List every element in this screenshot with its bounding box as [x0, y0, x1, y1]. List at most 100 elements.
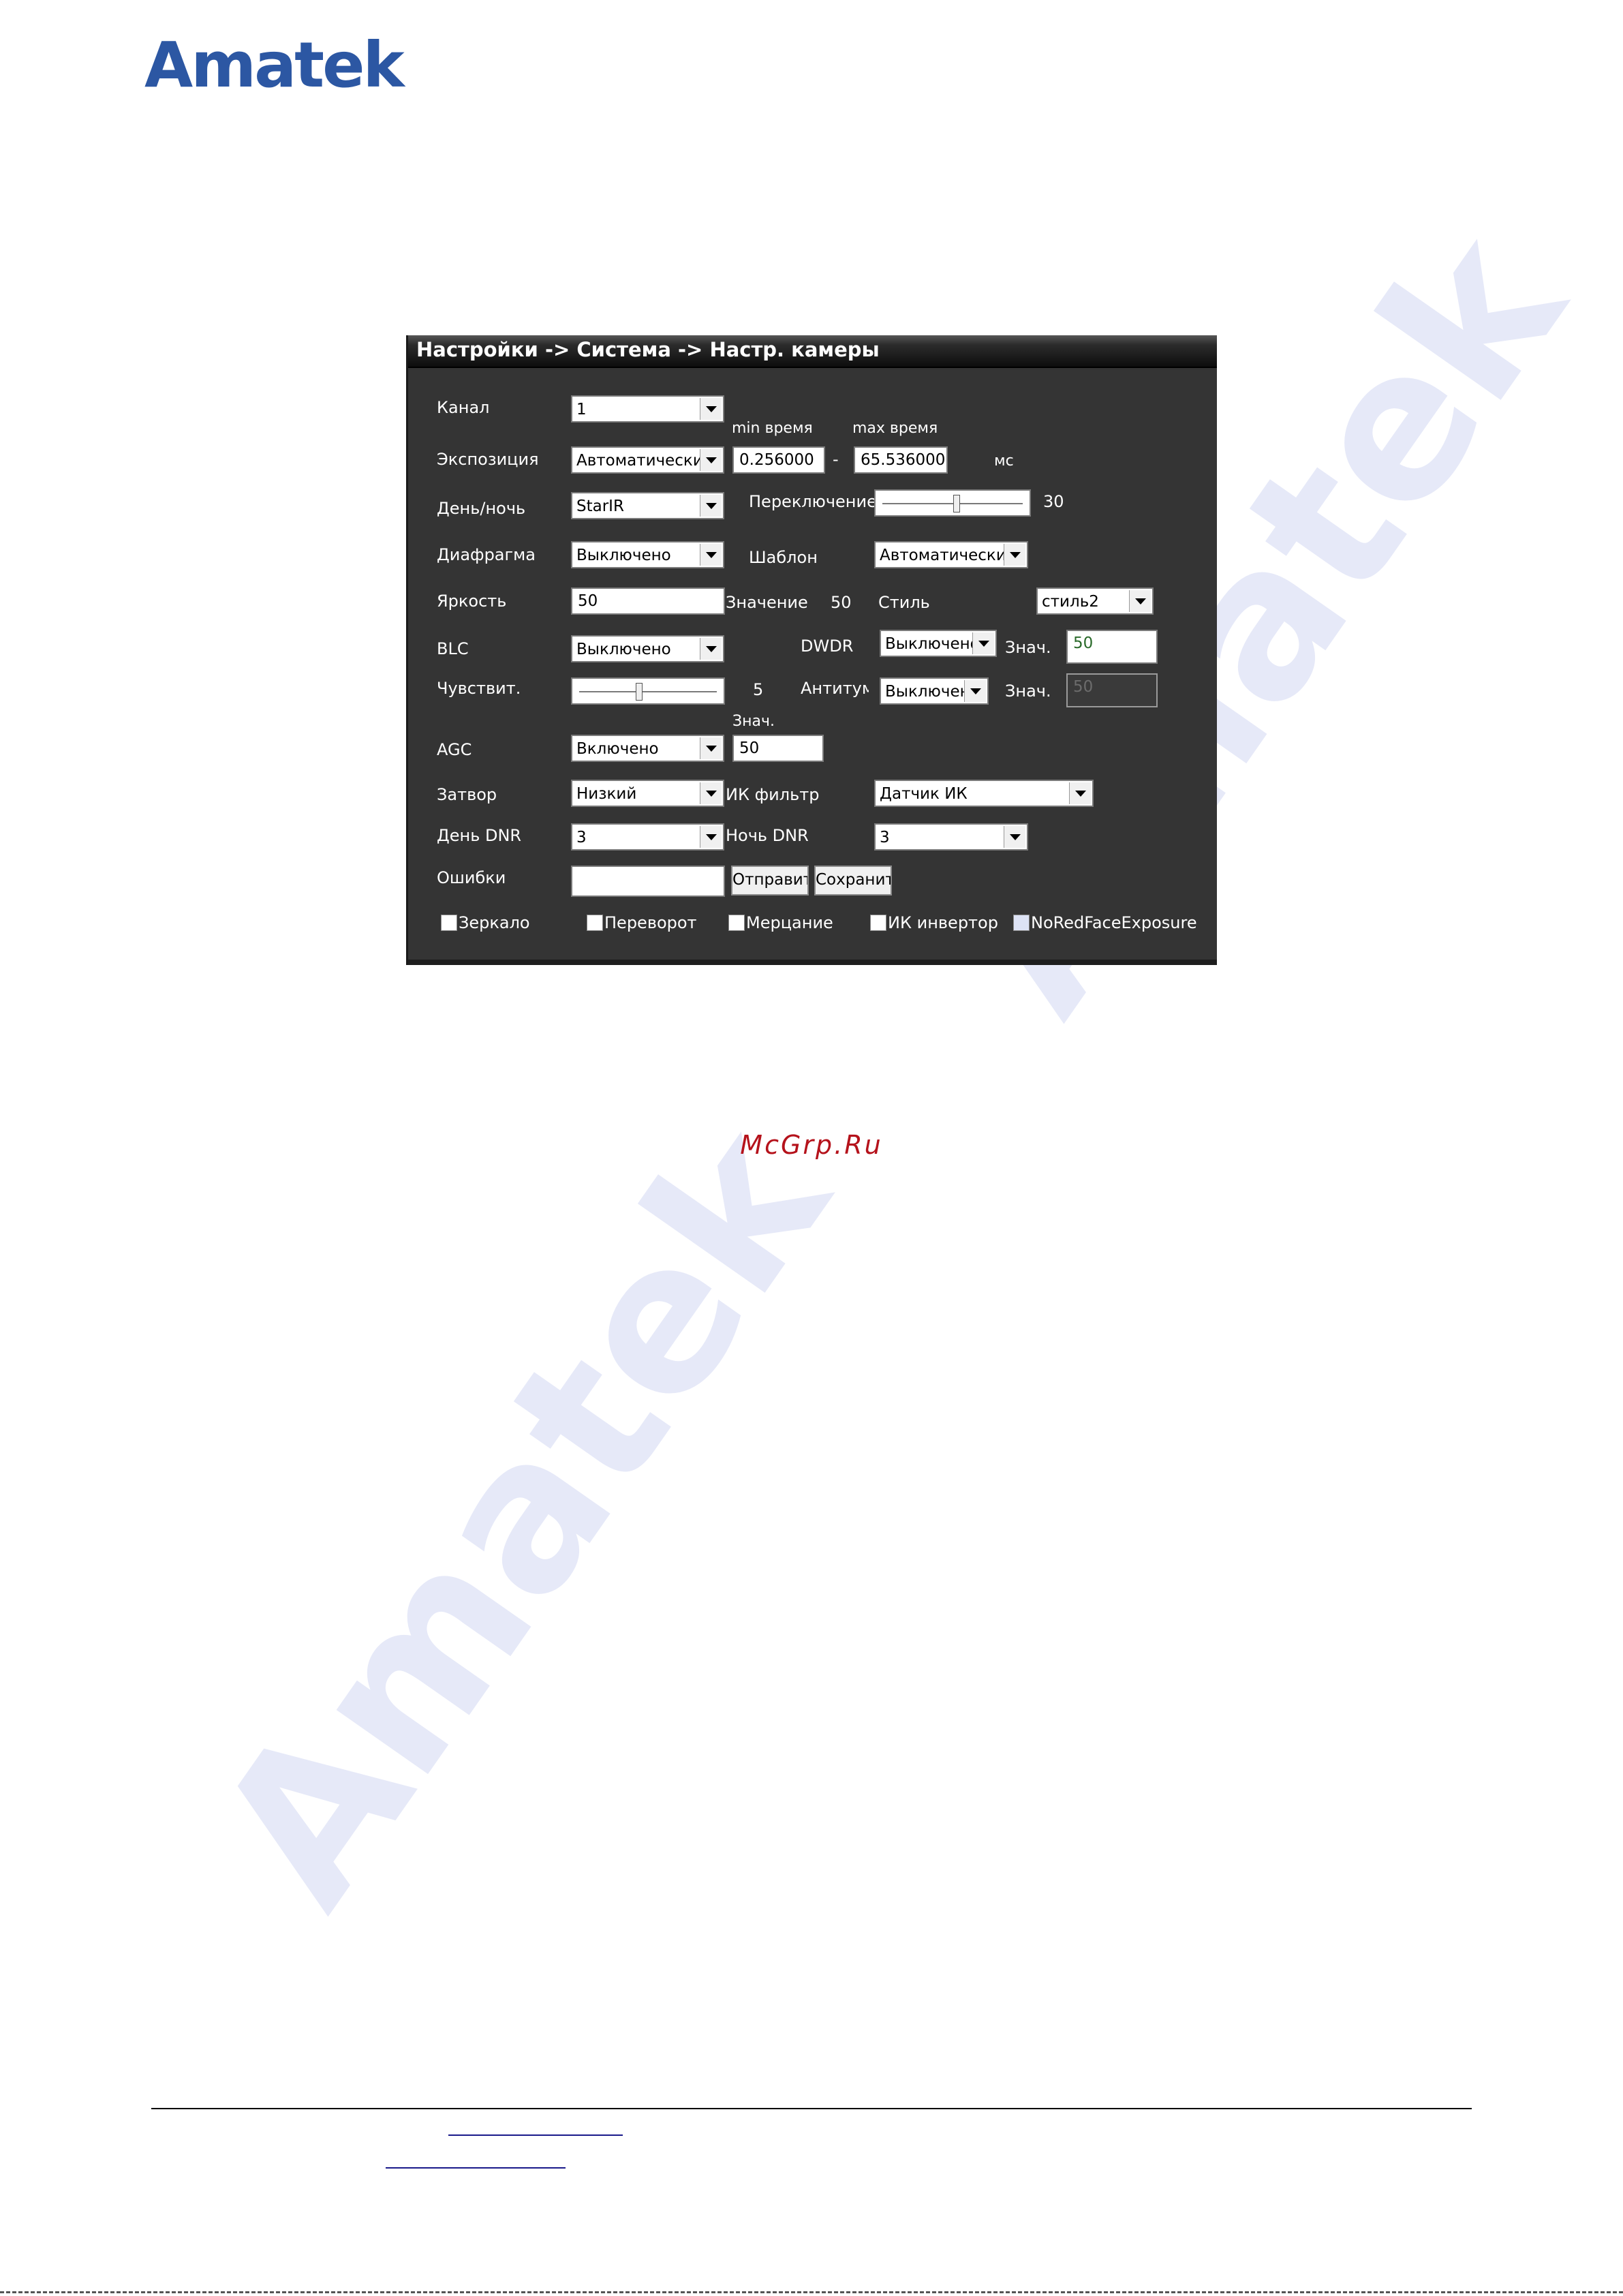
- iris-select[interactable]: Выключено: [571, 541, 724, 568]
- ir-invert-label: ИК инвертор: [888, 913, 998, 932]
- chevron-down-icon[interactable]: [964, 680, 986, 702]
- chevron-down-icon[interactable]: [1004, 826, 1025, 848]
- ir-filter-select[interactable]: Датчик ИК: [874, 780, 1094, 807]
- day-dnr-select[interactable]: 3: [571, 823, 724, 851]
- exposure-select[interactable]: Автоматически: [571, 446, 724, 474]
- flip-checkbox[interactable]: [587, 915, 603, 931]
- agc-select[interactable]: Включено: [571, 735, 724, 762]
- min-time-input[interactable]: 0.256000: [732, 446, 825, 474]
- flicker-label: Мерцание: [746, 913, 833, 932]
- dwdr-label: DWDR: [801, 637, 854, 656]
- breadcrumb-title: Настройки -> Система -> Настр. камеры: [416, 338, 880, 361]
- template-select[interactable]: Автоматически: [874, 541, 1028, 568]
- shutter-select[interactable]: Низкий: [571, 780, 724, 807]
- blc-label: BLC: [437, 639, 469, 658]
- shutter-select-value: Низкий: [576, 785, 637, 803]
- camera-settings-panel: Настройки -> Система -> Настр. камеры Ка…: [406, 335, 1217, 965]
- night-dnr-select-value: 3: [880, 829, 890, 846]
- switch-label: Переключение: [749, 492, 877, 511]
- chevron-down-icon[interactable]: [700, 495, 722, 517]
- value-label: Значение: [726, 593, 808, 612]
- flip-label: Переворот: [604, 913, 697, 932]
- brightness-label: Яркость: [437, 592, 507, 611]
- day-night-select-value: StarIR: [576, 498, 624, 515]
- night-dnr-label: Ночь DNR: [726, 826, 809, 845]
- blc-select[interactable]: Выключено: [571, 635, 724, 662]
- channel-select[interactable]: 1: [571, 395, 724, 423]
- antifog-label: Антитума: [801, 679, 869, 698]
- send-button[interactable]: Отправить: [731, 866, 809, 896]
- agc-select-value: Включено: [576, 740, 659, 758]
- blc-select-value: Выключено: [576, 641, 671, 658]
- flicker-checkbox[interactable]: [728, 915, 745, 931]
- no-red-face-exposure-label: NoRedFaceExposure: [1031, 913, 1197, 932]
- channel-select-value: 1: [576, 401, 587, 418]
- style-label: Стиль: [878, 593, 930, 612]
- panel-bottom-edge: [408, 960, 1217, 965]
- chevron-down-icon[interactable]: [700, 398, 722, 420]
- value-number: 50: [831, 593, 852, 612]
- brightness-input[interactable]: 50: [571, 587, 725, 615]
- min-time-label: min время: [732, 420, 813, 437]
- iris-select-value: Выключено: [576, 547, 671, 564]
- exposure-select-value: Автоматически: [576, 452, 703, 470]
- chevron-down-icon[interactable]: [1069, 782, 1091, 804]
- page-bottom-dashed-line: [0, 2291, 1623, 2293]
- channel-label: Канал: [437, 398, 490, 417]
- dwdr-value-label: Знач.: [1005, 638, 1051, 657]
- sensitivity-slider-thumb[interactable]: [635, 683, 643, 701]
- chevron-down-icon[interactable]: [700, 782, 722, 804]
- sensitivity-slider[interactable]: [571, 677, 725, 705]
- agc-label: AGC: [437, 740, 472, 759]
- mirror-label: Зеркало: [459, 913, 530, 932]
- chevron-down-icon[interactable]: [972, 632, 994, 654]
- agc-value-label: Знач.: [732, 713, 775, 730]
- template-label: Шаблон: [749, 548, 818, 567]
- chevron-down-icon[interactable]: [700, 449, 722, 471]
- switch-value: 30: [1043, 492, 1064, 511]
- max-time-label: max время: [852, 420, 938, 437]
- panel-titlebar: Настройки -> Система -> Настр. камеры: [408, 335, 1217, 368]
- antifog-select[interactable]: Выключено: [880, 677, 989, 705]
- ir-filter-select-value: Датчик ИК: [880, 785, 968, 803]
- chevron-down-icon[interactable]: [700, 638, 722, 660]
- errors-label: Ошибки: [437, 868, 506, 887]
- night-dnr-select[interactable]: 3: [874, 823, 1028, 851]
- footer-rule: [151, 2108, 1472, 2109]
- exposure-label: Экспозиция: [437, 450, 539, 469]
- switch-slider[interactable]: [874, 489, 1031, 517]
- chevron-down-icon[interactable]: [1004, 544, 1025, 566]
- errors-input[interactable]: [571, 866, 725, 897]
- day-night-select[interactable]: StarIR: [571, 492, 724, 519]
- chevron-down-icon[interactable]: [700, 544, 722, 566]
- mirror-checkbox[interactable]: [441, 915, 457, 931]
- max-time-input[interactable]: 65.536000: [854, 446, 948, 474]
- sensitivity-value: 5: [753, 680, 764, 699]
- site-credit: McGrp.Ru: [740, 1130, 883, 1160]
- iris-label: Диафрагма: [437, 545, 536, 564]
- chevron-down-icon[interactable]: [700, 826, 722, 848]
- ir-invert-checkbox[interactable]: [870, 915, 886, 931]
- no-red-face-exposure-checkbox[interactable]: [1013, 915, 1030, 931]
- dwdr-select[interactable]: Выключено: [880, 630, 997, 657]
- day-dnr-label: День DNR: [437, 826, 522, 845]
- sensitivity-label: Чувствит.: [437, 679, 521, 698]
- chevron-down-icon[interactable]: [700, 737, 722, 759]
- footer-link-underline[interactable]: [448, 2134, 623, 2136]
- antifog-value-label: Знач.: [1005, 682, 1051, 701]
- switch-slider-thumb[interactable]: [953, 495, 960, 512]
- ms-unit: мс: [994, 453, 1014, 470]
- shutter-label: Затвор: [437, 785, 497, 804]
- save-button[interactable]: Сохранить: [814, 866, 892, 896]
- sensitivity-slider-track: [579, 691, 717, 692]
- style-select-value: стиль2: [1042, 593, 1099, 611]
- ir-filter-label: ИК фильтр: [726, 785, 820, 804]
- day-night-label: День/ночь: [437, 499, 526, 518]
- dwdr-value-input[interactable]: 50: [1066, 630, 1158, 664]
- footer-link-underline[interactable]: [386, 2167, 566, 2169]
- agc-value-input[interactable]: 50: [732, 735, 824, 762]
- day-dnr-select-value: 3: [576, 829, 587, 846]
- antifog-value-input: 50: [1066, 673, 1158, 707]
- chevron-down-icon[interactable]: [1129, 590, 1151, 612]
- style-select[interactable]: стиль2: [1036, 587, 1154, 615]
